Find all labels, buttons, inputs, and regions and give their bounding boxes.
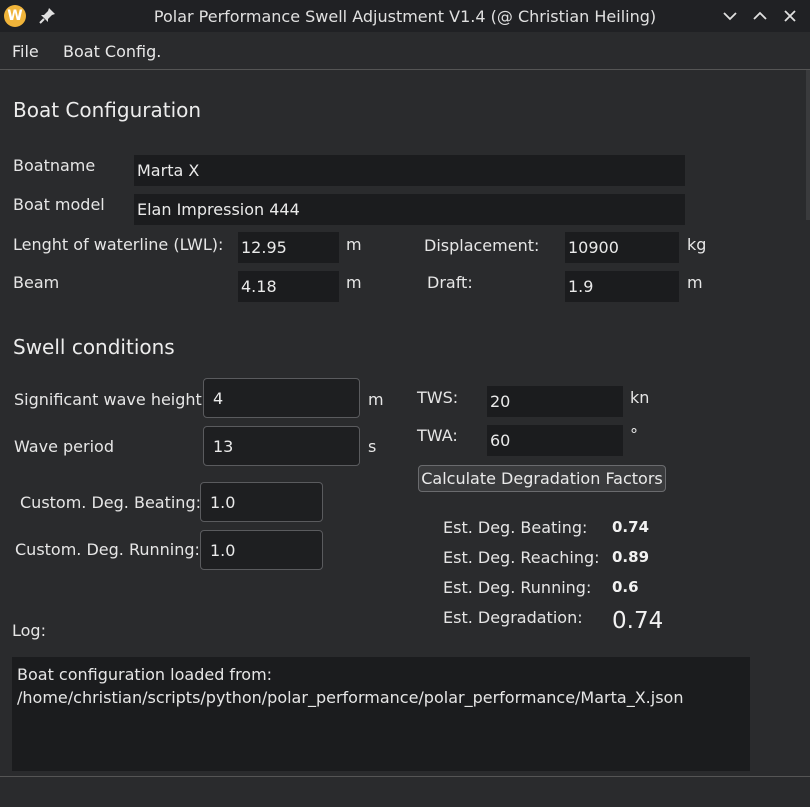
tws-label: TWS: xyxy=(417,388,459,407)
beam-unit: m xyxy=(346,273,362,292)
log-line: /home/christian/scripts/python/polar_per… xyxy=(17,688,684,707)
est-beating-label: Est. Deg. Beating: xyxy=(443,518,588,537)
wave-height-label: Significant wave height: xyxy=(14,390,208,409)
est-running-value: 0.6 xyxy=(612,578,639,596)
custom-running-input[interactable]: 1.0 xyxy=(200,530,323,570)
wave-height-input[interactable]: 4 xyxy=(203,378,360,418)
wave-height-unit: m xyxy=(368,390,384,409)
menu-boat-config[interactable]: Boat Config. xyxy=(63,42,161,61)
boatname-field[interactable]: Marta X xyxy=(134,155,685,186)
log-output[interactable]: Boat configuration loaded from: /home/ch… xyxy=(12,657,750,771)
maximize-chevron-up-icon[interactable] xyxy=(748,4,772,28)
displacement-unit: kg xyxy=(687,235,707,254)
lwl-field[interactable]: 12.95 xyxy=(238,232,339,263)
draft-field[interactable]: 1.9 xyxy=(565,271,679,302)
wave-period-label: Wave period xyxy=(14,437,114,456)
beam-field[interactable]: 4.18 xyxy=(238,271,339,302)
draft-label: Draft: xyxy=(427,273,473,292)
boatname-label: Boatname xyxy=(13,156,96,175)
beam-label: Beam xyxy=(13,273,60,292)
close-icon[interactable] xyxy=(778,4,802,28)
displacement-label: Displacement: xyxy=(424,236,540,255)
est-reaching-value: 0.89 xyxy=(612,548,650,566)
boat-config-heading: Boat Configuration xyxy=(13,98,202,122)
twa-label: TWA: xyxy=(417,426,458,445)
wave-period-unit: s xyxy=(368,437,377,456)
est-reaching-label: Est. Deg. Reaching: xyxy=(443,548,600,567)
menu-file[interactable]: File xyxy=(12,42,39,61)
est-degradation-label: Est. Degradation: xyxy=(443,608,583,627)
status-bar xyxy=(0,776,810,807)
swell-conditions-heading: Swell conditions xyxy=(13,335,175,359)
custom-running-label: Custom. Deg. Running: xyxy=(15,540,200,559)
est-running-label: Est. Deg. Running: xyxy=(443,578,592,597)
custom-beating-label: Custom. Deg. Beating: xyxy=(20,493,201,512)
boat-model-field[interactable]: Elan Impression 444 xyxy=(134,194,685,225)
scrollbar[interactable] xyxy=(806,70,810,220)
wave-period-input[interactable]: 13 xyxy=(203,426,360,466)
tws-unit: kn xyxy=(630,388,650,407)
est-beating-value: 0.74 xyxy=(612,518,650,536)
twa-unit: ° xyxy=(630,425,638,444)
log-label: Log: xyxy=(12,621,46,640)
displacement-field[interactable]: 10900 xyxy=(565,232,679,263)
calculate-degradation-button[interactable]: Calculate Degradation Factors xyxy=(418,465,666,492)
draft-unit: m xyxy=(687,273,703,292)
minimize-chevron-down-icon[interactable] xyxy=(718,4,742,28)
custom-beating-input[interactable]: 1.0 xyxy=(200,482,323,522)
twa-field[interactable]: 60 xyxy=(487,425,623,456)
est-degradation-value: 0.74 xyxy=(612,608,664,634)
tws-field[interactable]: 20 xyxy=(487,386,623,417)
log-line: Boat configuration loaded from: xyxy=(17,665,273,684)
boat-model-label: Boat model xyxy=(13,195,105,214)
lwl-label: Lenght of waterline (LWL): xyxy=(13,235,224,254)
lwl-unit: m xyxy=(346,235,362,254)
window-title: Polar Performance Swell Adjustment V1.4 … xyxy=(153,7,657,26)
